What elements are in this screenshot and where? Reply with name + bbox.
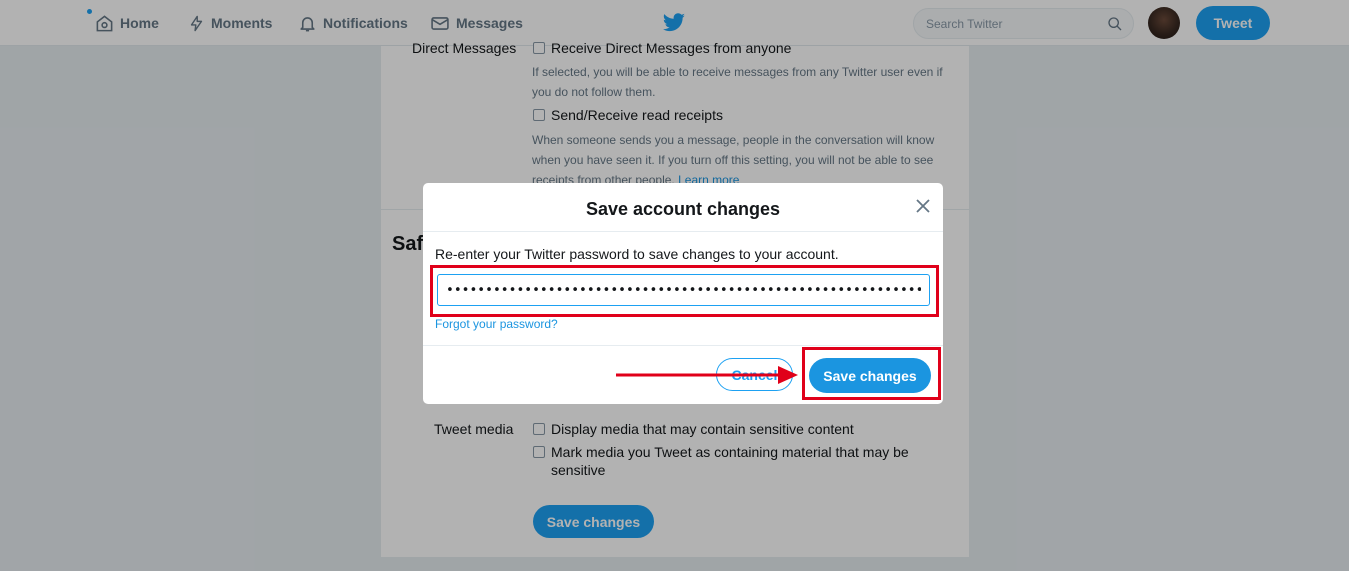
close-icon[interactable] xyxy=(915,198,931,214)
arrow-right-icon xyxy=(616,366,798,384)
dialog-header-divider xyxy=(423,231,943,232)
save-button-highlight-box xyxy=(802,347,941,400)
forgot-password-link[interactable]: Forgot your password? xyxy=(435,317,558,331)
dialog-title: Save account changes xyxy=(585,199,781,219)
dialog-footer-divider xyxy=(423,345,943,346)
password-highlight-box xyxy=(430,265,939,317)
dialog-description: Re-enter your Twitter password to save c… xyxy=(435,246,839,262)
